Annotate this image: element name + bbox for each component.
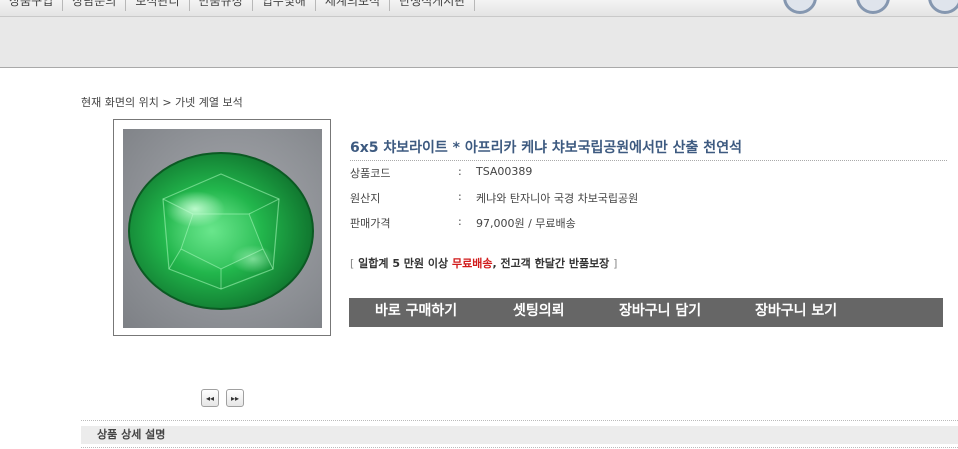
nav-item[interactable]: 반품규정	[190, 0, 253, 11]
detail-heading: 상품 상세 설명	[97, 428, 166, 441]
field-value: 케냐와 탄자니아 국경 차보국립공원	[476, 192, 639, 205]
section-divider	[81, 447, 958, 448]
field-label: 상품코드	[350, 167, 391, 180]
nav-item[interactable]: 탄생석게시판	[390, 0, 476, 11]
price-row: 판매가격 : 97,000원 / 무료배송	[350, 215, 940, 230]
nav-item[interactable]: 상담문의	[63, 0, 127, 11]
notice-text-2: , 전고객 한달간 반품보장	[492, 257, 614, 270]
section-divider	[81, 420, 958, 421]
field-colon: :	[458, 165, 462, 178]
product-image[interactable]	[123, 129, 322, 328]
field-colon: :	[458, 190, 462, 203]
nav-item[interactable]: 상품구입	[0, 0, 64, 11]
round-nav-button[interactable]	[928, 0, 958, 14]
free-shipping-highlight: 무료배송	[451, 257, 493, 270]
product-title: 6x5 챠보라이트 * 아프리카 케냐 챠보국립공원에서만 산출 천연석	[350, 137, 947, 161]
next-image-button[interactable]: ▸▸	[226, 389, 244, 407]
bracket-close: ]	[613, 257, 618, 270]
top-navigation: 상품구입 상담문의 보석관리 반품규정 입수및해 세계의보석 탄생석게시판	[0, 0, 958, 17]
nav-item[interactable]: 세계의보석	[316, 0, 391, 11]
field-value: 97,000원 / 무료배송	[476, 217, 576, 230]
banner-area	[0, 17, 958, 68]
add-to-cart-button[interactable]: 장바구니 담기	[619, 298, 701, 327]
field-label: 원산지	[350, 192, 381, 205]
field-value: TSA00389	[476, 165, 533, 178]
breadcrumb: 현재 화면의 위치 > 가넷 계열 보석	[81, 96, 243, 109]
product-image-frame	[113, 119, 331, 336]
nav-item[interactable]: 보석관리	[126, 0, 190, 11]
setting-request-button[interactable]: 셋팅의뢰	[513, 298, 565, 327]
previous-image-button[interactable]: ◂◂	[201, 389, 219, 407]
buy-now-button[interactable]: 바로 구매하기	[375, 298, 457, 327]
top-menu: 상품구입 상담문의 보석관리 반품규정 입수및해 세계의보석 탄생석게시판	[0, 0, 476, 11]
gemstone-image	[128, 152, 314, 310]
view-cart-button[interactable]: 장바구니 보기	[755, 298, 837, 327]
field-label: 판매가격	[350, 217, 391, 230]
shipping-notice: [ 일합계 5 만원 이상 무료배송, 전고객 한달간 반품보장 ]	[350, 255, 617, 271]
product-detail-header: 상품 상세 설명	[81, 426, 958, 444]
nav-item[interactable]: 입수및해	[253, 0, 316, 11]
product-code-row: 상품코드 : TSA00389	[350, 165, 940, 180]
round-nav-button[interactable]	[783, 0, 817, 14]
origin-row: 원산지 : 케냐와 탄자니아 국경 차보국립공원	[350, 190, 940, 205]
action-button-bar: 바로 구매하기 셋팅의뢰 장바구니 담기 장바구니 보기	[349, 298, 943, 327]
round-nav-button[interactable]	[856, 0, 890, 14]
notice-text: 일합계 5 만원 이상	[354, 257, 452, 270]
field-colon: :	[458, 215, 462, 228]
